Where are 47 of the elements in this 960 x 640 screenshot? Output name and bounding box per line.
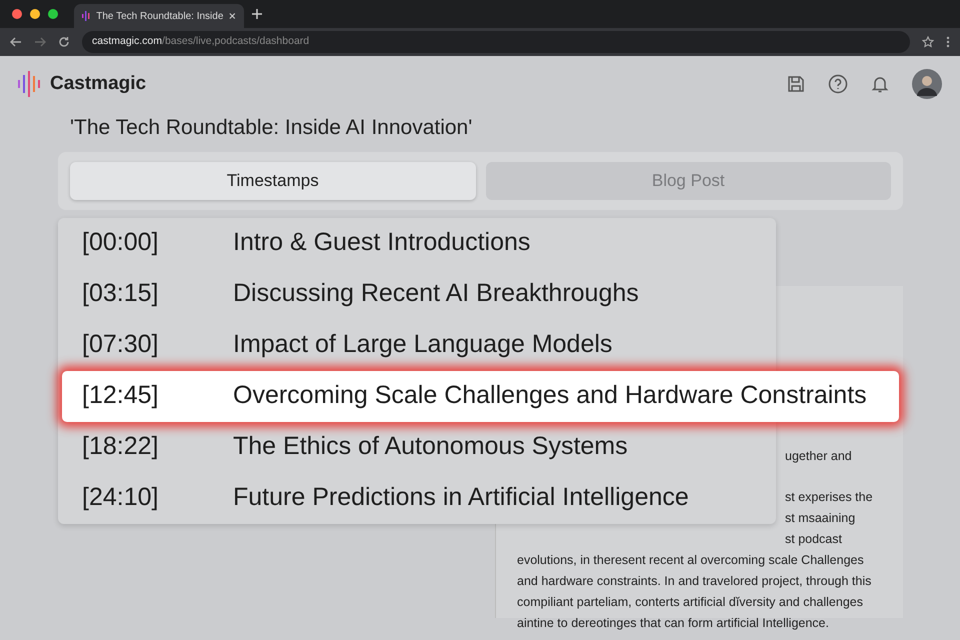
help-icon[interactable] <box>828 74 848 94</box>
timestamp-row[interactable]: [03:15] Discussing Recent AI Breakthroughs <box>58 268 776 320</box>
back-icon[interactable] <box>10 36 22 48</box>
menu-icon[interactable] <box>946 36 950 48</box>
timestamp-time: [12:45] <box>82 380 160 412</box>
blog-text-line: and hardware constraints. In and travelored project, through this <box>517 572 872 590</box>
close-window-icon[interactable] <box>12 9 22 19</box>
waveform-icon <box>82 10 90 22</box>
blog-text-line: aintine to dereotinges that can form artificial Intelligence. <box>517 614 830 632</box>
blog-text-fragment: st podcast <box>785 530 842 548</box>
url-path: /bases/live,podcasts/dashboard <box>162 34 310 50</box>
timestamp-time: [24:10] <box>82 482 160 514</box>
timestamp-title: Impact of Large Language Models <box>233 329 612 360</box>
timestamp-row[interactable]: [12:45] Overcoming Scale Challenges and Hardware Constraints <box>62 370 899 422</box>
timestamp-time: [18:22] <box>82 431 160 462</box>
reload-icon[interactable] <box>58 36 70 48</box>
waveform-logo-icon <box>18 71 42 97</box>
timestamp-title: Intro & Guest Introductions <box>233 227 530 258</box>
timestamp-title: Future Predictions in Artificial Intelligence <box>233 482 689 514</box>
avatar-icon[interactable] <box>912 69 942 99</box>
brand-name: Castmagic <box>50 72 146 96</box>
timestamp-time: [00:00] <box>82 227 160 258</box>
minimize-window-icon[interactable] <box>30 9 40 19</box>
page-title: 'The Tech Roundtable: Inside AI Innovation' <box>70 115 474 141</box>
timestamp-title: The Ethics of Autonomous Systems <box>233 431 628 462</box>
blog-text-fragment: ugether and <box>785 448 852 465</box>
blog-text-fragment: st experises the <box>785 488 873 506</box>
timestamp-time: [03:15] <box>82 278 160 310</box>
timestamp-row[interactable]: [07:30] Impact of Large Language Models <box>58 320 776 370</box>
timestamp-title: Overcoming Scale Challenges and Hardware Constraints <box>233 380 867 412</box>
save-icon[interactable] <box>786 74 806 94</box>
timestamp-time: [07:30] <box>82 329 160 360</box>
star-icon[interactable] <box>922 36 934 48</box>
timestamp-row[interactable]: [24:10] Future Predictions in Artificial Intelligence <box>58 472 776 524</box>
new-tab-icon[interactable] <box>252 9 262 19</box>
maximize-window-icon[interactable] <box>48 9 58 19</box>
close-tab-icon[interactable] <box>229 12 236 20</box>
browser-tab[interactable]: The Tech Roundtable: Inside <box>74 4 244 28</box>
blog-text-line: evolutions, in theresent recent al overcoming scale Challenges <box>517 552 865 569</box>
timestamp-row[interactable]: [18:22] The Ethics of Autonomous Systems <box>58 422 776 472</box>
timestamp-title: Discussing Recent AI Breakthroughs <box>233 278 639 310</box>
blog-text-fragment: st msaaining <box>785 510 856 527</box>
url-host: castmagic.com <box>92 34 162 50</box>
tab[interactable]: Timestamps <box>70 162 476 200</box>
address-bar[interactable]: castmagic.com/bases/live,podcasts/dashboard <box>82 31 910 53</box>
timestamp-row[interactable]: [00:00] Intro & Guest Introductions <box>58 218 776 268</box>
blog-text-line: compiliant parteliam, conterts artificial dĭversity and challenges <box>517 594 864 611</box>
